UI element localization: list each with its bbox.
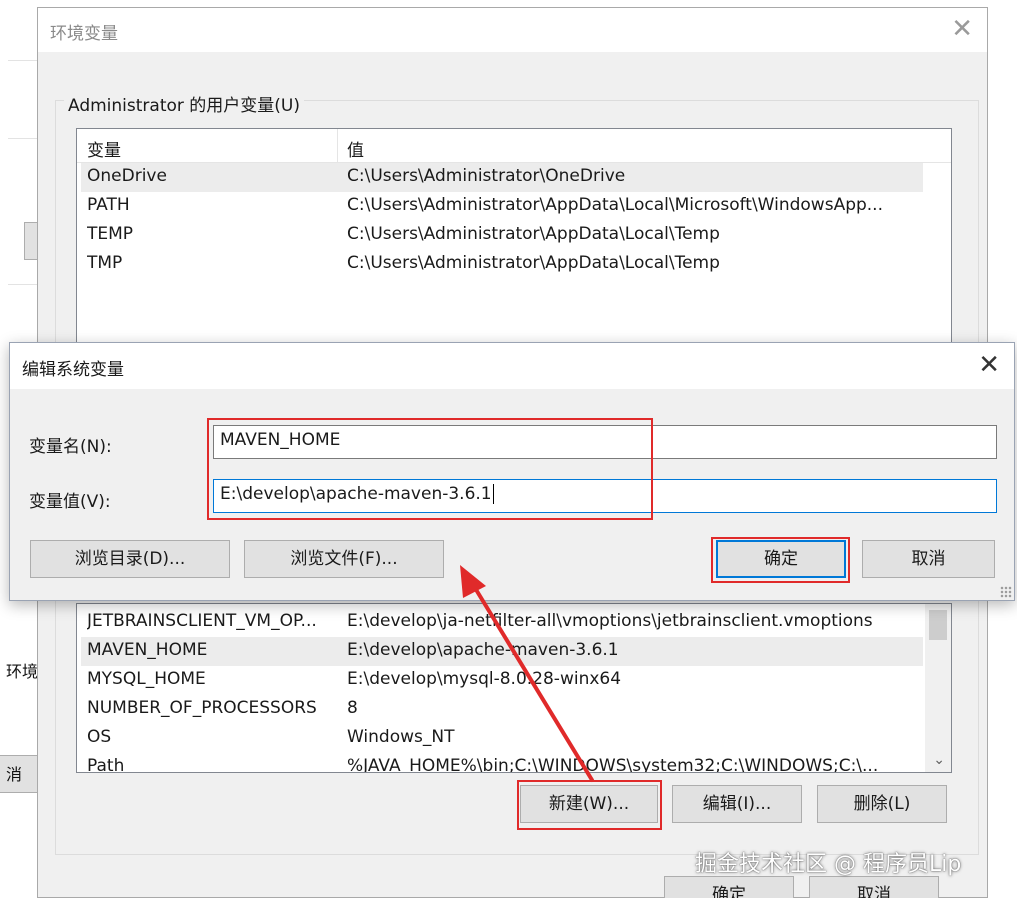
edit-system-variable-button[interactable]: 编辑(I)... — [672, 785, 802, 823]
variable-name: NUMBER_OF_PROCESSORS — [87, 698, 317, 718]
column-header-name[interactable]: 变量 — [87, 136, 121, 161]
variable-name: TEMP — [87, 224, 134, 244]
watermark: 掘金技术社区 @ 程序员Lip — [695, 852, 962, 877]
list-item[interactable]: Path %JAVA_HOME%\bin;C:\WINDOWS\system32… — [81, 753, 923, 773]
variable-name: PATH — [87, 195, 130, 215]
delete-system-variable-button[interactable]: 删除(L) — [817, 785, 947, 823]
chevron-down-icon[interactable]: ⌄ — [933, 752, 945, 768]
variable-value: Windows_NT — [347, 727, 455, 747]
window-title: 环境变量 — [50, 24, 118, 44]
list-item[interactable]: PATH C:\Users\Administrator\AppData\Loca… — [81, 192, 923, 221]
variable-value: E:\develop\mysql-8.0.28-winx64 — [347, 669, 622, 689]
list-item[interactable]: TEMP C:\Users\Administrator\AppData\Loca… — [81, 221, 923, 250]
variable-name: TMP — [87, 253, 123, 273]
list-item[interactable]: JETBRAINSCLIENT_VM_OP... E:\develop\ja-n… — [81, 608, 923, 637]
divider — [8, 284, 38, 285]
divider — [8, 138, 38, 139]
variable-value-label: 变量值(V): — [29, 492, 111, 512]
variable-value: C:\Users\Administrator\AppData\Local\Tem… — [347, 224, 720, 244]
variable-value: E:\develop\ja-netfilter-all\vmoptions\je… — [347, 611, 873, 631]
background-button-fragment[interactable]: 消 — [0, 755, 38, 793]
vertical-scrollbar[interactable]: ⌄ — [925, 604, 951, 772]
variable-value: E:\develop\apache-maven-3.6.1 — [347, 640, 619, 660]
variable-name: OneDrive — [87, 166, 167, 186]
list-item[interactable]: OS Windows_NT — [81, 724, 923, 753]
list-item[interactable]: NUMBER_OF_PROCESSORS 8 — [81, 695, 923, 724]
variable-value: C:\Users\Administrator\AppData\Local\Tem… — [347, 253, 720, 273]
variable-value: %JAVA_HOME%\bin;C:\WINDOWS\system32;C:\W… — [347, 756, 879, 773]
user-variables-list[interactable]: 变量 值 OneDrive C:\Users\Administrator\One… — [76, 128, 952, 358]
text-caret — [492, 484, 494, 504]
column-divider[interactable] — [337, 129, 338, 163]
list-header: 变量 值 — [77, 129, 951, 163]
browse-file-button[interactable]: 浏览文件(F)... — [244, 540, 444, 578]
variable-name-value: MAVEN_HOME — [220, 430, 341, 450]
user-variables-label: Administrator 的用户变量(U) — [64, 91, 304, 116]
variable-name: Path — [87, 756, 125, 773]
edit-system-variable-dialog: 编辑系统变量 ✕ 变量名(N): MAVEN_HOME 变量值(V): E:\d… — [9, 342, 1015, 601]
close-icon[interactable]: ✕ — [951, 14, 973, 44]
scrollbar-thumb[interactable] — [929, 610, 947, 640]
close-icon[interactable]: ✕ — [978, 350, 1000, 380]
variable-name: MAVEN_HOME — [87, 640, 208, 660]
variable-value: 8 — [347, 698, 358, 718]
browse-directory-button[interactable]: 浏览目录(D)... — [30, 540, 230, 578]
variable-value-field[interactable]: E:\develop\apache-maven-3.6.1 — [213, 479, 997, 513]
dialog-ok-button[interactable]: 确定 — [716, 540, 846, 578]
background-button[interactable] — [24, 222, 38, 260]
cancel-button[interactable]: 取消 — [809, 876, 939, 898]
variable-name: JETBRAINSCLIENT_VM_OP... — [87, 611, 317, 631]
variable-name: MYSQL_HOME — [87, 669, 206, 689]
dialog-cancel-button[interactable]: 取消 — [862, 540, 995, 578]
list-item[interactable]: MYSQL_HOME E:\develop\mysql-8.0.28-winx6… — [81, 666, 923, 695]
column-header-value[interactable]: 值 — [347, 136, 364, 161]
list-item[interactable]: OneDrive C:\Users\Administrator\OneDrive — [81, 163, 923, 192]
dialog-title-bar: 编辑系统变量 ✕ — [10, 343, 1014, 389]
variable-value: C:\Users\Administrator\OneDrive — [347, 166, 626, 186]
background-text: 环境 — [6, 662, 38, 681]
variable-name-label: 变量名(N): — [29, 437, 112, 457]
variable-name-field[interactable]: MAVEN_HOME — [213, 425, 997, 459]
variable-value-text: E:\develop\apache-maven-3.6.1 — [220, 484, 492, 504]
system-variables-list[interactable]: JETBRAINSCLIENT_VM_OP... E:\develop\ja-n… — [76, 603, 952, 773]
resize-grip-icon[interactable] — [1000, 586, 1012, 598]
divider — [8, 60, 38, 61]
title-bar: 环境变量 ✕ — [38, 8, 987, 52]
variable-value: C:\Users\Administrator\AppData\Local\Mic… — [347, 195, 883, 215]
ok-button[interactable]: 确定 — [664, 876, 794, 898]
dialog-title: 编辑系统变量 — [22, 360, 124, 380]
variable-name: OS — [87, 727, 112, 747]
list-item[interactable]: MAVEN_HOME E:\develop\apache-maven-3.6.1 — [81, 637, 923, 666]
new-system-variable-button[interactable]: 新建(W)... — [520, 785, 658, 823]
list-item[interactable]: TMP C:\Users\Administrator\AppData\Local… — [81, 250, 923, 279]
